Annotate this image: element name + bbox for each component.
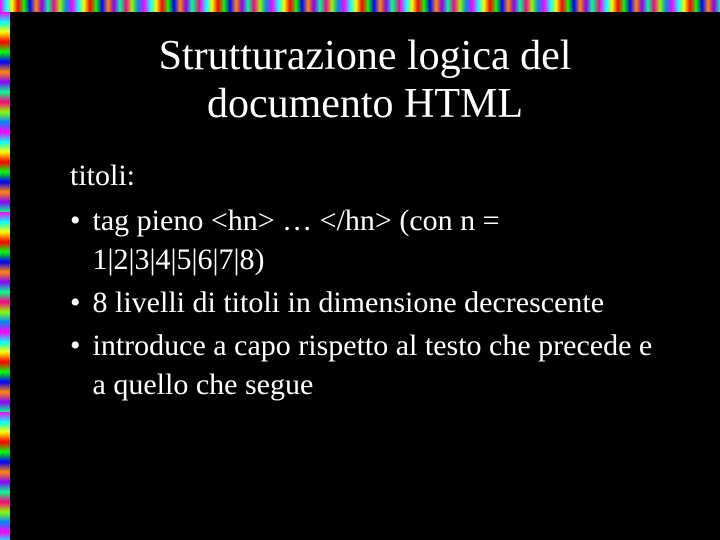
bullet-text: tag pieno <hn> … </hn> (con n = 1|2|3|4|… (93, 201, 670, 279)
list-item: • introduce a capo rispetto al testo che… (70, 326, 670, 404)
bullet-marker-icon: • (70, 283, 81, 322)
slide-content: Strutturazione logica del documento HTML… (0, 12, 720, 404)
decorative-left-border (0, 12, 10, 540)
bullet-marker-icon: • (70, 201, 81, 240)
bullet-text: 8 livelli di titoli in dimensione decres… (93, 283, 670, 322)
list-item: • 8 livelli di titoli in dimensione decr… (70, 283, 670, 322)
slide-title: Strutturazione logica del documento HTML (60, 32, 670, 129)
list-item: • tag pieno <hn> … </hn> (con n = 1|2|3|… (70, 201, 670, 279)
decorative-top-border (0, 0, 720, 12)
bullet-text: introduce a capo rispetto al testo che p… (93, 326, 670, 404)
slide-subtitle: titoli: (70, 159, 670, 193)
bullet-marker-icon: • (70, 326, 81, 365)
bullet-list: • tag pieno <hn> … </hn> (con n = 1|2|3|… (60, 201, 670, 404)
